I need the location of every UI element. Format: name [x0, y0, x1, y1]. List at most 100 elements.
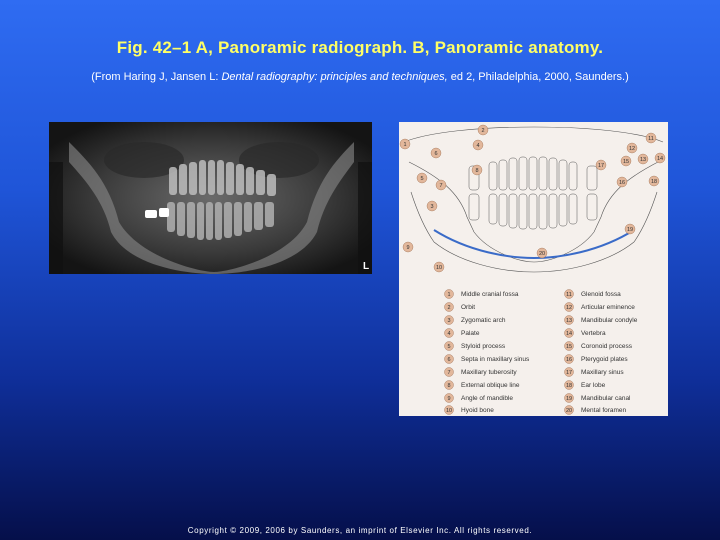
svg-text:15: 15	[566, 344, 572, 350]
svg-text:13: 13	[640, 157, 646, 163]
radiograph-side-marker: L	[363, 261, 369, 272]
legend-item: 9 Angle of mandible	[444, 393, 513, 403]
svg-text:20: 20	[539, 251, 545, 257]
legend-item: 10 Hyoid bone	[444, 405, 494, 415]
svg-text:Orbit: Orbit	[461, 304, 475, 311]
legend-item: 17 Maxillary sinus	[564, 367, 624, 377]
legend-item: 11 Glenoid fossa	[564, 289, 621, 299]
svg-text:Ear lobe: Ear lobe	[581, 382, 606, 389]
legend-item: 12 Articular eminence	[564, 302, 635, 312]
svg-text:15: 15	[623, 159, 629, 165]
diagram-label-marker: 15	[620, 155, 632, 167]
svg-text:8: 8	[447, 383, 450, 389]
svg-text:19: 19	[627, 227, 633, 233]
svg-text:Maxillary tuberosity: Maxillary tuberosity	[461, 369, 517, 376]
diagram-label-marker: 2	[477, 124, 489, 136]
svg-text:Pterygoid plates: Pterygoid plates	[581, 356, 628, 363]
legend-item: 1 Middle cranial fossa	[444, 289, 519, 299]
svg-text:Maxillary sinus: Maxillary sinus	[581, 369, 624, 376]
svg-text:11: 11	[648, 136, 654, 142]
svg-text:13: 13	[566, 318, 572, 324]
svg-text:16: 16	[619, 180, 625, 186]
svg-text:2: 2	[481, 128, 484, 134]
svg-text:Articular eminence: Articular eminence	[581, 304, 635, 311]
legend-item: 7 Maxillary tuberosity	[444, 367, 517, 377]
diagram-label-marker: 12	[626, 142, 638, 154]
svg-text:Middle cranial fossa: Middle cranial fossa	[461, 291, 519, 298]
svg-text:2: 2	[447, 305, 450, 311]
legend-item: 15 Coronoid process	[564, 341, 633, 351]
legend-item: 13 Mandibular condyle	[564, 315, 638, 325]
legend-item: 8 External oblique line	[444, 380, 520, 390]
svg-text:7: 7	[447, 370, 450, 376]
svg-text:19: 19	[566, 396, 572, 402]
svg-text:7: 7	[439, 183, 442, 189]
svg-text:18: 18	[651, 179, 657, 185]
svg-text:16: 16	[566, 357, 572, 363]
svg-text:4: 4	[447, 331, 450, 337]
svg-text:Mandibular condyle: Mandibular condyle	[581, 317, 638, 324]
svg-text:4: 4	[476, 143, 479, 149]
svg-text:6: 6	[434, 151, 437, 157]
legend-item: 6 Septa in maxillary sinus	[444, 354, 530, 364]
diagram-label-marker: 13	[637, 153, 649, 165]
svg-text:12: 12	[629, 146, 635, 152]
legend-item: 14 Vertebra	[564, 328, 606, 338]
svg-text:Vertebra: Vertebra	[581, 330, 606, 337]
anatomy-legend: 1 Middle cranial fossa 2 Orbit 3 Zygomatic …	[444, 289, 638, 415]
svg-text:External oblique line: External oblique line	[461, 382, 520, 389]
diagram-label-marker: 19	[624, 223, 636, 235]
svg-text:1: 1	[447, 292, 450, 298]
legend-item: 2 Orbit	[444, 302, 475, 312]
svg-text:5: 5	[447, 344, 450, 350]
legend-item: 20 Mental foramen	[564, 405, 627, 415]
diagram-label-marker: 7	[435, 179, 447, 191]
diagram-label-marker: 10	[433, 261, 445, 273]
svg-text:9: 9	[406, 245, 409, 251]
slide-title: Fig. 42–1 A, Panoramic radiograph. B, Pa…	[116, 38, 604, 57]
radiograph-image: L	[49, 122, 372, 274]
svg-text:17: 17	[598, 163, 604, 169]
legend-item: 18 Ear lobe	[564, 380, 606, 390]
svg-text:5: 5	[420, 176, 423, 182]
legend-item: 4 Palate	[444, 328, 480, 338]
citation-suffix: ed 2, Philadelphia, 2000, Saunders.)	[447, 71, 629, 83]
copyright-notice: Copyright © 2009, 2006 by Saunders, an i…	[187, 526, 533, 535]
svg-text:Styloid process: Styloid process	[461, 343, 506, 350]
svg-text:20: 20	[566, 408, 572, 414]
citation-prefix: (From Haring J, Jansen L:	[91, 71, 222, 83]
citation-book-title: Dental radiography: principles and techn…	[221, 71, 448, 83]
svg-text:Mandibular canal: Mandibular canal	[581, 395, 631, 402]
diagram-label-marker: 18	[648, 175, 660, 187]
svg-text:6: 6	[447, 357, 450, 363]
svg-text:10: 10	[446, 408, 452, 414]
diagram-label-marker: 20	[536, 247, 548, 259]
legend-item: 5 Styloid process	[444, 341, 506, 351]
panoramic-radiograph: L	[49, 122, 372, 274]
diagram-label-marker: 17	[595, 159, 607, 171]
svg-text:11: 11	[566, 292, 572, 298]
svg-text:Hyoid bone: Hyoid bone	[461, 407, 494, 414]
svg-text:9: 9	[447, 396, 450, 402]
svg-text:14: 14	[566, 331, 572, 337]
diagram-label-marker: 11	[645, 132, 657, 144]
diagram-label-marker: 3	[426, 200, 438, 212]
legend-item: 19 Mandibular canal	[564, 393, 631, 403]
svg-text:12: 12	[566, 305, 572, 311]
svg-text:Glenoid fossa: Glenoid fossa	[581, 291, 621, 298]
svg-text:Coronoid process: Coronoid process	[581, 343, 633, 350]
svg-text:8: 8	[475, 168, 478, 174]
svg-text:Angle of mandible: Angle of mandible	[461, 395, 513, 402]
diagram-label-marker: 8	[471, 164, 483, 176]
diagram-label-marker: 1	[399, 138, 411, 150]
diagram-label-markers: 1 2 3 4 5 6 7 8 9 10 11 12 13 14 15 16 1…	[399, 124, 666, 273]
svg-text:1: 1	[403, 142, 406, 148]
diagram-label-marker: 5	[416, 172, 428, 184]
diagram-label-marker: 4	[472, 139, 484, 151]
svg-text:14: 14	[657, 156, 663, 162]
diagram-label-marker: 16	[616, 176, 628, 188]
svg-text:Zygomatic arch: Zygomatic arch	[461, 317, 506, 324]
svg-text:Palate: Palate	[461, 330, 480, 337]
svg-text:3: 3	[430, 204, 433, 210]
legend-item: 16 Pterygoid plates	[564, 354, 628, 364]
